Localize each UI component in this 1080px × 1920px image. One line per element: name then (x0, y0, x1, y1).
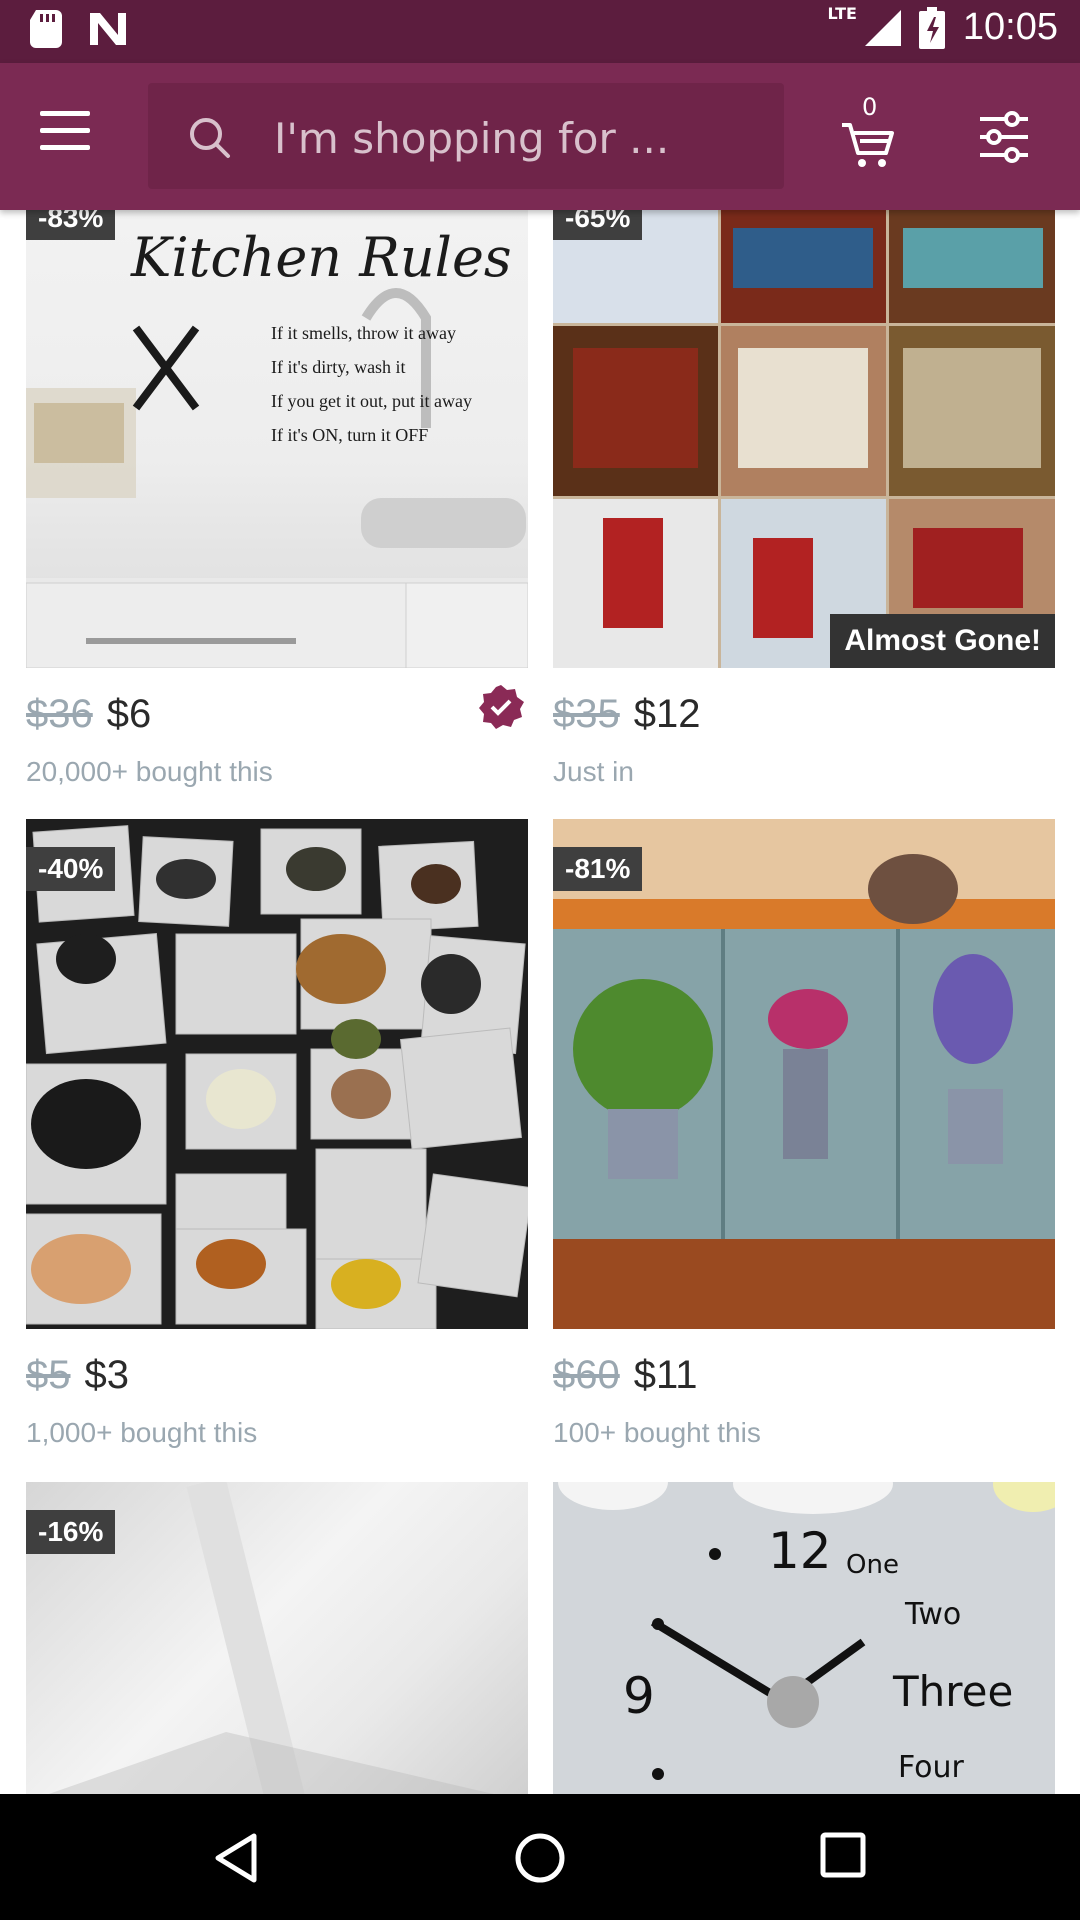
product-card[interactable]: -16% (26, 1482, 528, 1795)
system-nav-bar (0, 1794, 1080, 1920)
search-bar[interactable] (148, 83, 784, 189)
purchase-count: 20,000+ bought this (26, 756, 273, 787)
hamburger-line (40, 145, 90, 150)
decal-line: If you get it out, put it away (271, 391, 472, 411)
purchase-count: 100+ bought this (553, 1417, 761, 1448)
purchase-count: 1,000+ bought this (26, 1417, 258, 1448)
product-image[interactable]: -81% (553, 819, 1055, 1329)
sd-card-icon (30, 10, 62, 48)
product-card[interactable]: -40% $5 $3 1,000+ bought this (26, 819, 528, 1448)
hamburger-menu-icon (40, 111, 90, 116)
cart-button[interactable]: 0 (840, 93, 900, 173)
flower-cabinet-decal-image (553, 819, 1055, 1329)
product-image[interactable]: 12 9 One Two Three Four (553, 1482, 1055, 1795)
clock-word: Three (893, 1667, 1014, 1716)
product-image[interactable]: -65% Almost Gone! (553, 210, 1055, 668)
search-input[interactable] (272, 107, 756, 169)
butterfly-specimens-image (26, 825, 528, 1329)
product-card[interactable]: Kitchen Rules If it smells, throw it awa… (26, 210, 528, 798)
product-image[interactable]: Kitchen Rules If it smells, throw it awa… (26, 210, 528, 668)
almost-gone-tag: Almost Gone! (830, 614, 1055, 668)
home-circle-icon[interactable] (514, 1832, 566, 1884)
battery-charging-icon (918, 6, 945, 49)
sale-price: $3 (84, 1353, 130, 1397)
original-price: $5 (26, 1353, 71, 1397)
product-grid: Kitchen Rules If it smells, throw it awa… (0, 210, 1080, 1795)
filter-sliders-icon (980, 111, 1028, 163)
back-triangle-icon[interactable] (212, 1832, 260, 1884)
decal-line: If it smells, throw it away (271, 323, 456, 343)
price-row: $36 $6 (26, 692, 151, 737)
price-row: $60 $11 (553, 1353, 698, 1398)
sale-price: $6 (106, 692, 152, 736)
filter-button[interactable] (978, 111, 1034, 167)
app-bar: 0 (0, 63, 1080, 210)
status-bar: LTE 10:05 (0, 0, 1080, 63)
n-notification-icon (90, 13, 126, 45)
sale-price: $12 (633, 692, 701, 736)
original-price: $35 (553, 692, 620, 736)
original-price: $60 (553, 1353, 620, 1397)
original-price: $36 (26, 692, 93, 736)
verified-check-icon (479, 685, 524, 729)
christmas-stair-stickers-image (553, 210, 1055, 668)
search-icon (190, 118, 230, 158)
product-image[interactable]: -40% (26, 819, 528, 1329)
clock-word: One (846, 1550, 899, 1580)
product-image[interactable]: -16% (26, 1482, 528, 1795)
discount-badge: -40% (26, 847, 116, 891)
sale-price: $11 (633, 1353, 698, 1397)
hamburger-line (40, 128, 90, 133)
purchase-count: Just in (553, 756, 634, 787)
clock-word: Two (905, 1597, 962, 1632)
menu-button[interactable] (40, 111, 100, 161)
decal-line: If it's ON, turn it OFF (271, 425, 429, 445)
product-card[interactable]: 12 9 One Two Three Four (553, 1482, 1055, 1795)
decal-line: If it's dirty, wash it (271, 357, 406, 377)
product-card[interactable]: -65% Almost Gone! $35 $12 Just in (553, 210, 1055, 798)
clock-number: 9 (623, 1667, 655, 1725)
clock-number: 12 (768, 1522, 832, 1580)
signal-icon (864, 9, 901, 46)
product-card[interactable]: -81% $60 $11 100+ bought this (553, 819, 1055, 1448)
price-row: $5 $3 (26, 1353, 129, 1398)
price-row: $35 $12 (553, 692, 701, 737)
recents-square-icon[interactable] (820, 1832, 866, 1878)
network-type: LTE (827, 4, 857, 23)
clock-word: Four (898, 1750, 964, 1785)
discount-badge: -81% (553, 847, 643, 891)
discount-badge: -65% (553, 210, 643, 240)
cart-count: 0 (862, 93, 878, 121)
clock-time: 10:05 (962, 6, 1058, 48)
shopping-cart-icon (842, 123, 894, 167)
discount-badge: -83% (26, 210, 116, 240)
decal-title: Kitchen Rules (131, 226, 512, 289)
discount-badge: -16% (26, 1510, 116, 1554)
